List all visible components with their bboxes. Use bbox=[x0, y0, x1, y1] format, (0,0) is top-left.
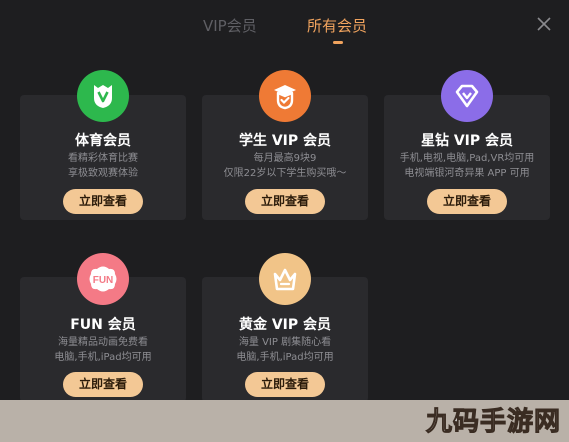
card-desc-line1: 海量精品动画免费看 bbox=[58, 337, 148, 348]
gold-crown-icon bbox=[259, 253, 311, 305]
diamond-icon bbox=[441, 70, 493, 122]
card-desc-line1: 海量 VIP 剧集随心看 bbox=[238, 337, 332, 348]
card-desc-line1: 每月最高9块9 bbox=[253, 153, 317, 164]
view-now-button[interactable]: 立即查看 bbox=[245, 372, 325, 397]
card-desc-line1: 手机,电视,电脑,Pad,VR均可用 bbox=[399, 153, 535, 164]
card-title: 学生 VIP 会员 bbox=[238, 133, 332, 149]
view-now-button[interactable]: 立即查看 bbox=[245, 189, 325, 214]
card-title: 星钻 VIP 会员 bbox=[420, 133, 514, 149]
close-icon[interactable] bbox=[535, 15, 553, 33]
tab-all-members[interactable]: 所有会员 bbox=[307, 14, 367, 38]
card-title: 黄金 VIP 会员 bbox=[238, 317, 332, 333]
card-desc-line2: 享极致观赛体验 bbox=[68, 168, 138, 179]
active-tab-indicator bbox=[333, 41, 343, 44]
tab-vip-members[interactable]: VIP会员 bbox=[203, 14, 257, 38]
view-now-button[interactable]: 立即查看 bbox=[63, 372, 143, 397]
card-title: 体育会员 bbox=[75, 133, 131, 149]
card-desc-line2: 电脑,手机,iPad均可用 bbox=[54, 352, 152, 363]
card-desc-line2: 电视端银河奇异果 APP 可用 bbox=[404, 168, 530, 179]
card-desc-line1: 看精彩体育比赛 bbox=[68, 153, 138, 164]
watermark-logo: 九码手游网 bbox=[425, 407, 561, 438]
view-now-button[interactable]: 立即查看 bbox=[63, 189, 143, 214]
card-title: FUN 会员 bbox=[70, 317, 136, 333]
card-desc-line2: 仅限22岁以下学生购买哦～ bbox=[223, 168, 347, 179]
membership-panel: VIP会员 所有会员 体育会员 看精彩体育比赛 享极致观赛体验 立即查看 学生 … bbox=[0, 0, 569, 442]
view-now-button[interactable]: 立即查看 bbox=[427, 189, 507, 214]
card-desc-line2: 电脑,手机,iPad均可用 bbox=[236, 352, 334, 363]
student-shield-icon bbox=[259, 70, 311, 122]
svg-text:FUN: FUN bbox=[93, 275, 114, 286]
fun-badge-icon: FUN bbox=[77, 253, 129, 305]
sports-crest-icon bbox=[77, 70, 129, 122]
